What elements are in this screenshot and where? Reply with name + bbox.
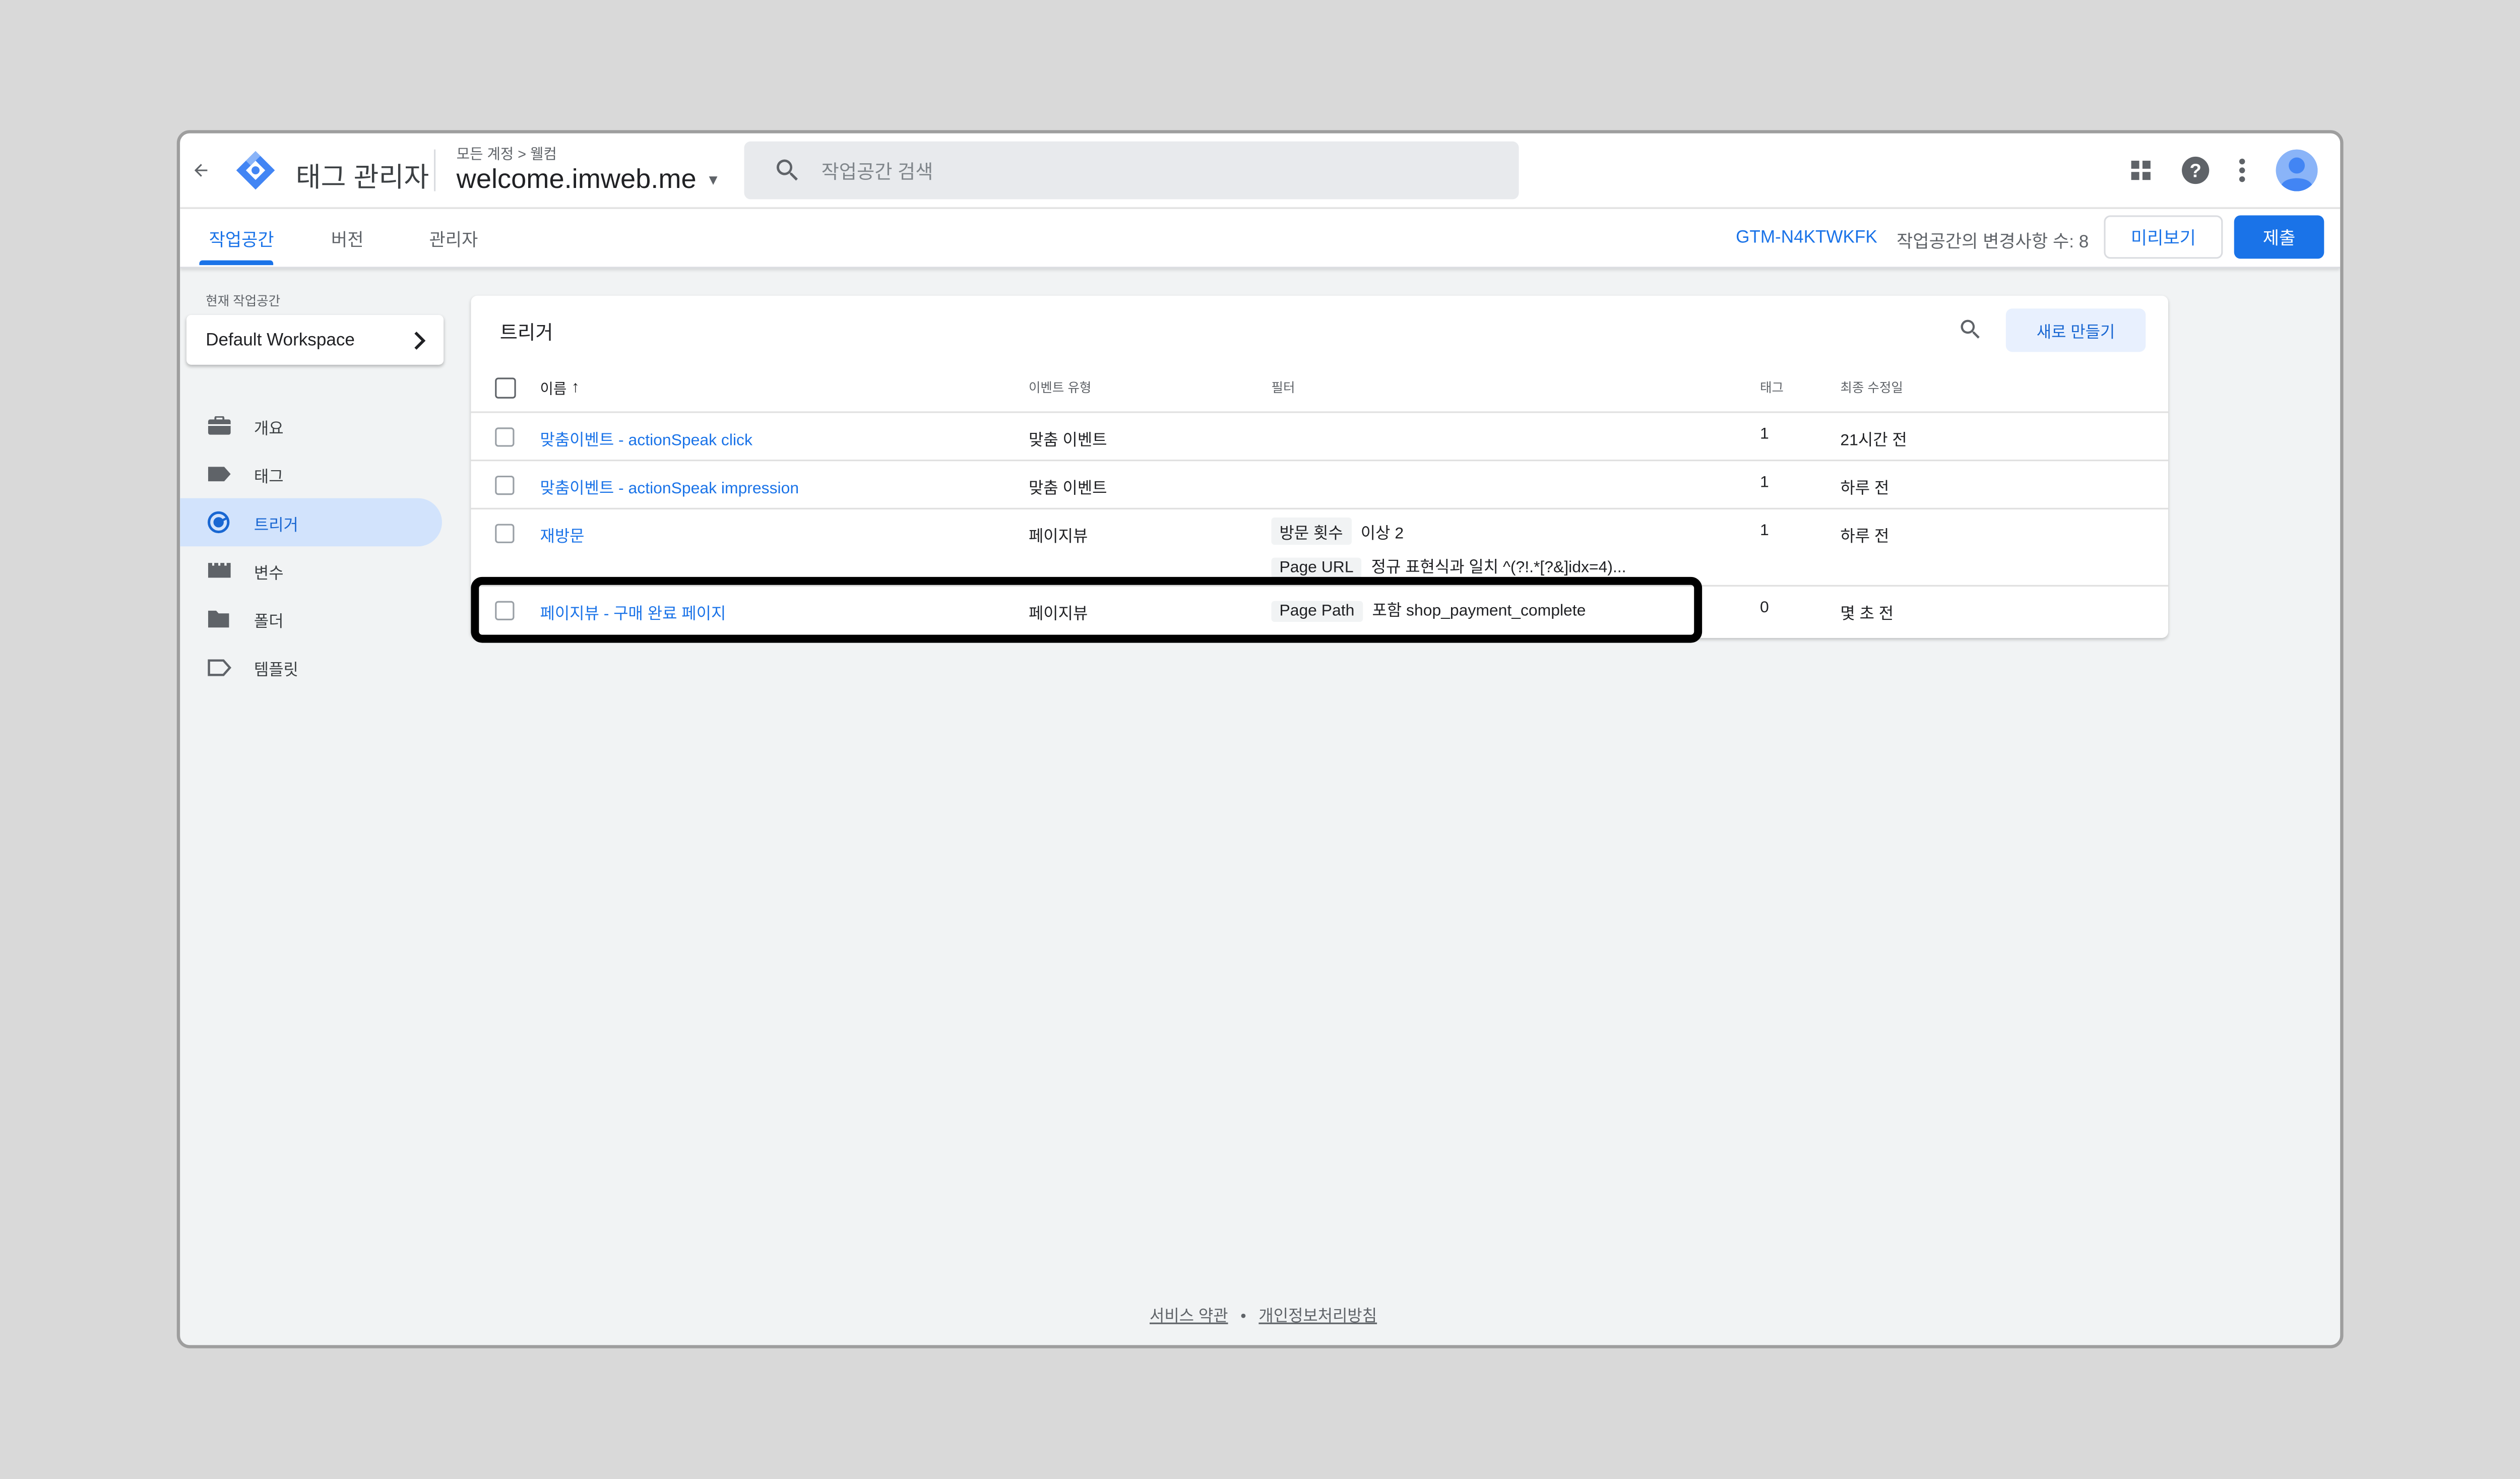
card-title: 트리거 — [499, 321, 553, 344]
submit-button[interactable]: 제출 — [2234, 215, 2324, 259]
column-name-label: 이름 — [540, 380, 567, 397]
new-trigger-button[interactable]: 새로 만들기 — [2005, 308, 2146, 352]
filter-condition: Page URL 정규 표현식과 일치 ^(?!.*[?&]idx=4)... — [1271, 553, 1626, 579]
briefcase-icon — [206, 415, 231, 437]
column-header-name[interactable]: 이름 ↑ — [540, 377, 580, 398]
trigger-name-link[interactable]: 재방문 — [540, 522, 585, 546]
last-modified: 몇 초 전 — [1840, 606, 1894, 624]
tag-icon — [206, 463, 231, 485]
dropdown-caret-icon: ▼ — [706, 172, 721, 188]
trigger-name-link[interactable]: 맞춤이벤트 - actionSpeak impression — [540, 474, 799, 498]
tab-versions[interactable]: 버전 — [331, 227, 364, 252]
select-all-checkbox[interactable] — [495, 377, 516, 399]
row-checkbox[interactable] — [495, 475, 515, 495]
account-icon — [2276, 149, 2318, 191]
top-bar: 태그 관리자 모든 계정 > 웰컴 welcome.imweb.me ▼ 작업공… — [180, 133, 2341, 208]
more-vert-icon[interactable] — [2237, 156, 2247, 184]
account-avatar[interactable] — [2276, 149, 2318, 191]
sidebar-item-templates[interactable]: 템플릿 — [180, 643, 442, 691]
search-input[interactable] — [818, 141, 1500, 203]
help-icon[interactable]: ? — [2181, 156, 2210, 184]
filter-operator: 이상 2 — [1360, 525, 1404, 543]
search-icon — [776, 159, 798, 181]
divider — [471, 507, 2168, 509]
row-checkbox[interactable] — [495, 427, 515, 447]
current-workspace-label: 현재 작업공간 — [206, 294, 281, 309]
row-checkbox[interactable] — [495, 524, 515, 543]
sort-ascending-icon: ↑ — [571, 379, 580, 397]
container-selector[interactable]: welcome.imweb.me ▼ — [457, 164, 721, 196]
tag-count: 0 — [1759, 599, 1769, 617]
folder-icon — [206, 607, 231, 630]
app-window: 태그 관리자 모든 계정 > 웰컴 welcome.imweb.me ▼ 작업공… — [176, 130, 2344, 1348]
last-modified: 21시간 전 — [1840, 432, 1907, 450]
template-icon — [206, 656, 231, 678]
divider — [471, 411, 2168, 413]
workspace-changes-count: 작업공간의 변경사항 수: 8 — [1897, 233, 2089, 252]
filter-condition: 방문 횟수 이상 2 — [1271, 517, 1404, 545]
sidebar-item-folders[interactable]: 폴더 — [180, 595, 442, 643]
privacy-link[interactable]: 개인정보처리방침 — [1258, 1308, 1377, 1326]
terms-link[interactable]: 서비스 약관 — [1150, 1308, 1228, 1326]
active-tab-indicator — [199, 260, 274, 266]
gtm-logo-icon — [235, 150, 277, 191]
tag-count: 1 — [1759, 474, 1769, 492]
svg-text:?: ? — [2189, 160, 2201, 181]
variable-icon — [206, 559, 231, 582]
filter-variable-chip: Page URL — [1271, 557, 1362, 579]
column-header-tags[interactable]: 태그 — [1760, 379, 1784, 397]
sub-navigation: 작업공간 버전 관리자 GTM-N4KTWKFK 작업공간의 변경사항 수: 8… — [180, 207, 2341, 269]
back-arrow-icon[interactable] — [186, 156, 215, 184]
search-icon[interactable] — [1958, 316, 1983, 342]
column-header-modified[interactable]: 최종 수정일 — [1840, 379, 1903, 397]
product-name: 태그 관리자 — [295, 162, 429, 193]
preview-button[interactable]: 미리보기 — [2104, 215, 2223, 259]
last-modified: 하루 전 — [1840, 529, 1889, 547]
tag-count: 1 — [1759, 522, 1769, 540]
container-id-link[interactable]: GTM-N4KTWKFK — [1736, 228, 1877, 247]
trigger-name-link[interactable]: 맞춤이벤트 - actionSpeak click — [540, 426, 752, 450]
trigger-icon — [206, 511, 231, 534]
sidebar-item-label: 개요 — [254, 420, 284, 438]
column-header-event-type[interactable]: 이벤트 유형 — [1029, 379, 1091, 397]
sidebar-item-label: 템플릿 — [254, 661, 298, 679]
header-divider — [434, 149, 436, 191]
divider — [471, 460, 2168, 462]
footer: 서비스 약관 • 개인정보처리방침 — [180, 1302, 2340, 1326]
sidebar-item-tags[interactable]: 태그 — [180, 450, 442, 498]
tab-workspace[interactable]: 작업공간 — [209, 227, 274, 252]
event-type: 페이지뷰 — [1028, 529, 1088, 547]
apps-icon[interactable] — [2128, 158, 2154, 183]
highlight-annotation — [471, 576, 1703, 643]
workspace-search[interactable] — [744, 141, 1519, 203]
sidebar-item-label: 폴더 — [254, 613, 284, 631]
tag-count: 1 — [1759, 426, 1769, 444]
last-modified: 하루 전 — [1840, 480, 1889, 498]
sidebar-item-variables[interactable]: 변수 — [180, 546, 442, 595]
event-type: 맞춤 이벤트 — [1028, 480, 1107, 498]
event-type: 맞춤 이벤트 — [1028, 432, 1107, 450]
tab-admin[interactable]: 관리자 — [429, 227, 478, 252]
sidebar-item-label: 트리거 — [254, 517, 298, 535]
sidebar-item-label: 태그 — [254, 468, 284, 486]
sidebar-item-label: 변수 — [254, 564, 284, 583]
column-header-filter[interactable]: 필터 — [1271, 379, 1295, 397]
breadcrumb[interactable]: 모든 계정 > 웰컴 — [457, 143, 557, 164]
sidebar-item-overview[interactable]: 개요 — [180, 402, 442, 450]
filter-operator: 정규 표현식과 일치 ^(?!.*[?&]idx=4)... — [1371, 559, 1626, 577]
sidebar-item-triggers[interactable]: 트리거 — [180, 498, 442, 547]
workspace-selector[interactable]: Default Workspace — [186, 315, 444, 365]
filter-variable-chip: 방문 횟수 — [1271, 517, 1351, 545]
workspace-name: Default Workspace — [206, 330, 355, 350]
footer-separator: • — [1240, 1308, 1246, 1326]
container-name: welcome.imweb.me — [456, 164, 697, 195]
chevron-right-icon — [414, 331, 426, 349]
